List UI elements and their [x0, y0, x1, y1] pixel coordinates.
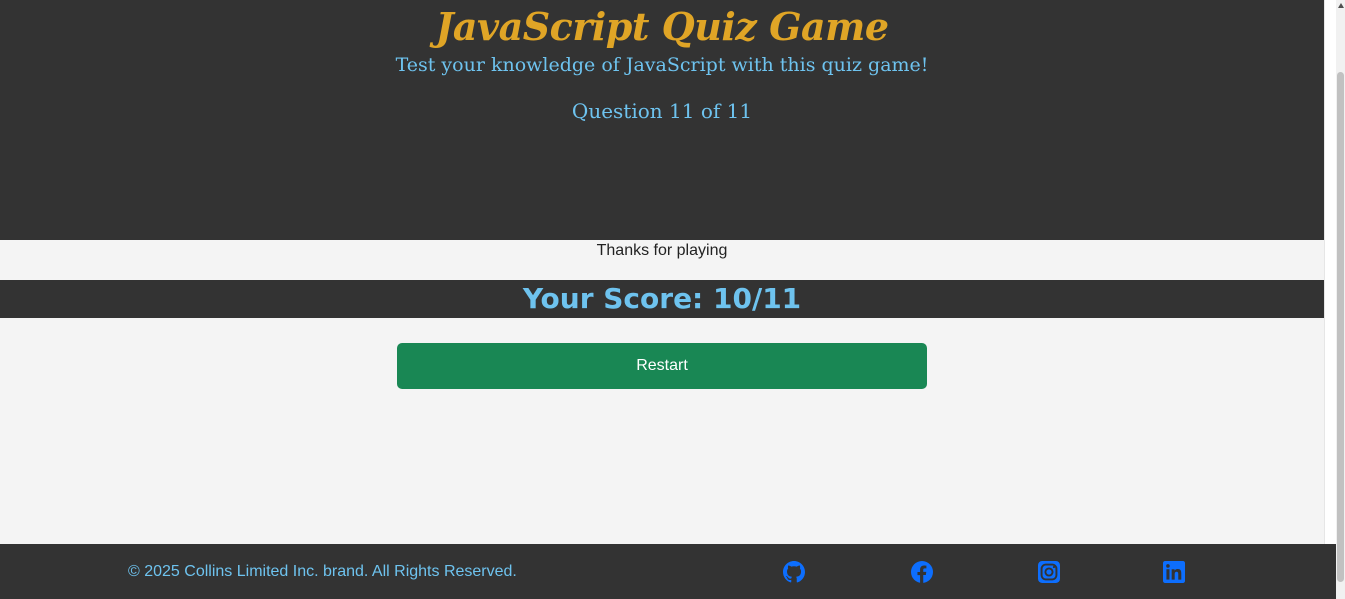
github-icon [783, 561, 805, 583]
page: JavaScript Quiz Game Test your knowledge… [0, 0, 1345, 599]
instagram-link[interactable] [1038, 561, 1060, 583]
score-banner: Your Score: 10/11 [0, 280, 1324, 318]
question-progress: Question 11 of 11 [571, 99, 753, 123]
restart-button[interactable]: Restart [397, 343, 927, 389]
score-text: Your Score: 10/11 [522, 282, 802, 315]
github-link[interactable] [783, 561, 805, 583]
copyright-text: © 2025 Collins Limited Inc. brand. All R… [128, 563, 517, 580]
scroll-up-arrow-icon[interactable] [1338, 3, 1344, 8]
facebook-link[interactable] [911, 561, 933, 583]
instagram-icon [1038, 561, 1060, 583]
scrollbar-gutter [1324, 0, 1336, 544]
linkedin-icon [1163, 561, 1185, 583]
footer: © 2025 Collins Limited Inc. brand. All R… [0, 544, 1336, 599]
scrollbar-thumb[interactable] [1337, 72, 1344, 582]
page-title: JavaScript Quiz Game [435, 4, 889, 49]
header: JavaScript Quiz Game Test your knowledge… [0, 0, 1324, 240]
main-content: JavaScript Quiz Game Test your knowledge… [0, 0, 1324, 599]
thanks-message: Thanks for playing [596, 242, 728, 259]
facebook-icon [911, 561, 933, 583]
linkedin-link[interactable] [1163, 561, 1185, 583]
page-subtitle: Test your knowledge of JavaScript with t… [395, 54, 929, 76]
